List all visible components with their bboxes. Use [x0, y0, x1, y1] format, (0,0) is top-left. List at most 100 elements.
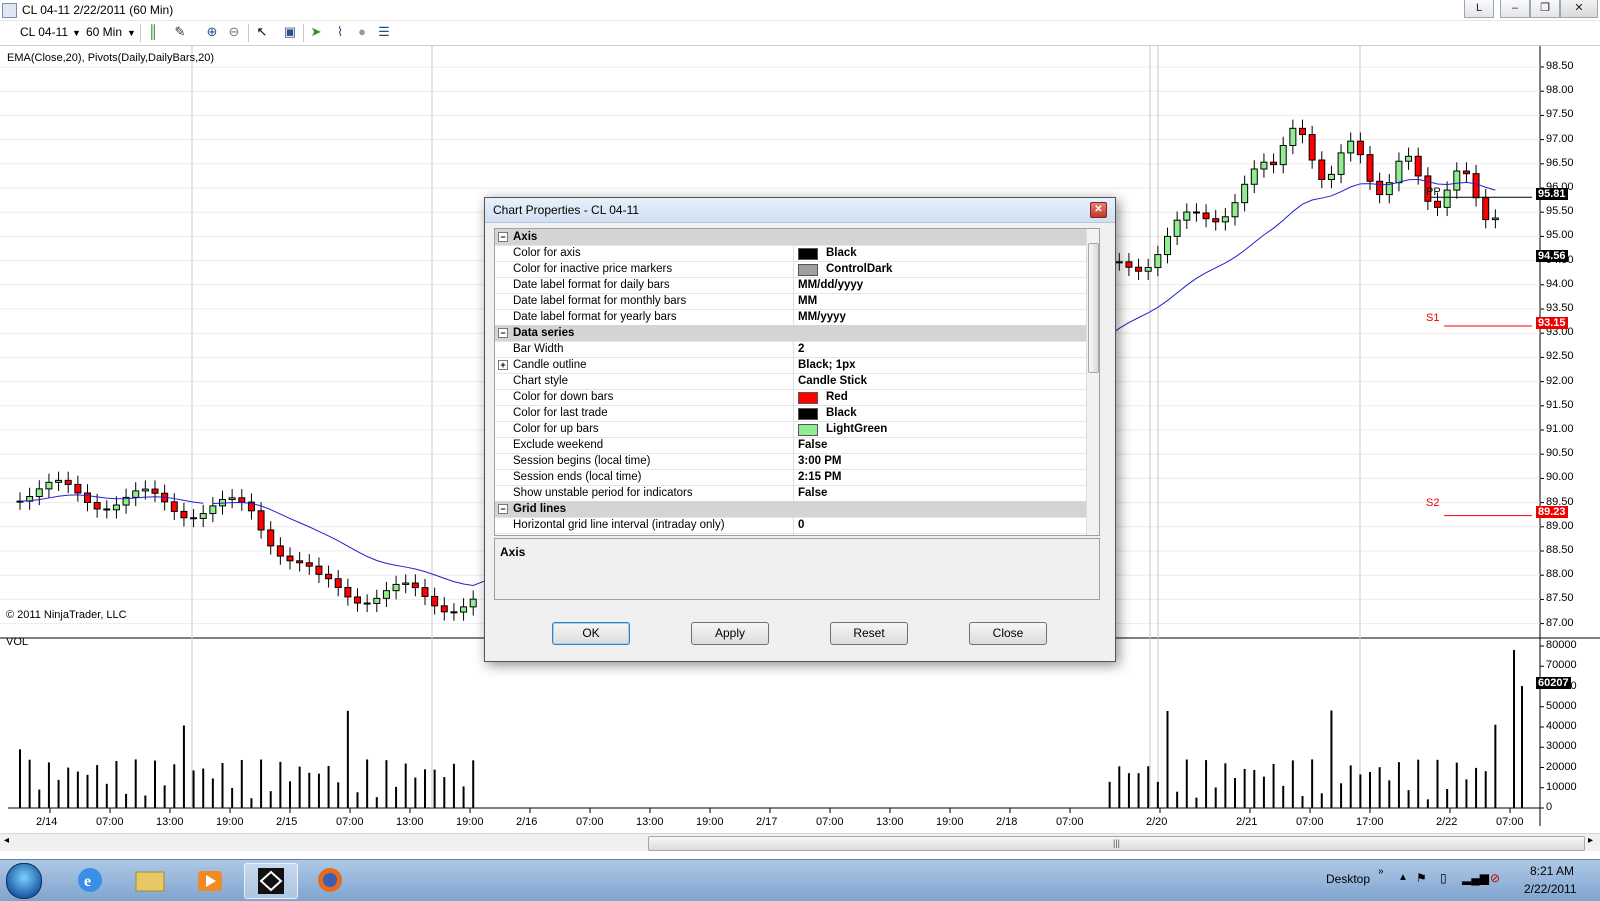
- chevron-down-icon[interactable]: ▼: [72, 28, 81, 38]
- chart-horizontal-scrollbar[interactable]: ◂ ||| ▸: [0, 833, 1600, 851]
- window-close-button[interactable]: ✕: [1560, 0, 1598, 18]
- apply-button[interactable]: Apply: [691, 622, 769, 645]
- property-row[interactable]: Color for last trade Black: [495, 405, 1086, 422]
- property-value[interactable]: MM/yyyy: [798, 311, 846, 323]
- property-row[interactable]: Session begins (local time) 3:00 PM: [495, 453, 1086, 470]
- property-grid-scroll-thumb[interactable]: [1088, 243, 1099, 373]
- ok-button[interactable]: OK: [552, 622, 630, 645]
- property-value[interactable]: Black; 1px: [798, 359, 856, 371]
- property-value[interactable]: Black: [826, 247, 857, 259]
- scroll-right-icon[interactable]: ▸: [1588, 835, 1593, 846]
- scrollbar-thumb[interactable]: |||: [648, 836, 1585, 851]
- internet-explorer-icon[interactable]: e: [64, 863, 116, 897]
- property-row[interactable]: Session ends (local time) 2:15 PM: [495, 469, 1086, 486]
- zoom-in-icon[interactable]: ⊕: [204, 24, 220, 40]
- volume-axis-label: 50000: [1546, 699, 1577, 712]
- color-swatch[interactable]: [798, 264, 818, 276]
- collapse-icon[interactable]: −: [498, 504, 508, 514]
- snapshot-icon[interactable]: ▣: [282, 24, 298, 40]
- property-value[interactable]: False: [798, 487, 827, 499]
- candle-body: [141, 488, 149, 492]
- ninjatrader-icon[interactable]: [244, 863, 298, 899]
- start-button[interactable]: [6, 863, 42, 899]
- property-row[interactable]: Horizontal grid line interval (intraday …: [495, 517, 1086, 534]
- desktop-toolbar-label[interactable]: Desktop: [1326, 872, 1370, 886]
- property-value[interactable]: ControlLight; 1px: [826, 535, 922, 536]
- reset-button[interactable]: Reset: [830, 622, 908, 645]
- properties-icon[interactable]: ☰: [376, 24, 392, 40]
- color-swatch[interactable]: [798, 424, 818, 436]
- property-value[interactable]: Red: [826, 391, 848, 403]
- link-button[interactable]: L: [1464, 0, 1494, 18]
- property-row[interactable]: + Candle outline Black; 1px: [495, 357, 1086, 374]
- chevron-down-icon[interactable]: ▼: [127, 28, 136, 38]
- bar-type-icon[interactable]: ║: [145, 24, 161, 40]
- property-value[interactable]: False: [798, 439, 827, 451]
- volume-muted-icon[interactable]: ⊘: [1490, 871, 1500, 885]
- property-row[interactable]: Show unstable period for indicators False: [495, 485, 1086, 502]
- property-category[interactable]: − Grid lines: [495, 501, 1086, 518]
- interval-selector[interactable]: 60 Min: [86, 25, 122, 39]
- flag-icon[interactable]: ⚑: [1416, 871, 1427, 885]
- property-row[interactable]: Color for down bars Red: [495, 389, 1086, 406]
- file-explorer-icon[interactable]: [124, 863, 176, 897]
- property-grid-scrollbar[interactable]: [1086, 229, 1099, 535]
- close-button[interactable]: Close: [969, 622, 1047, 645]
- strategy-icon[interactable]: ➤: [308, 24, 324, 40]
- pencil-icon[interactable]: ✎: [172, 24, 188, 40]
- battery-icon[interactable]: ▯: [1440, 871, 1447, 885]
- zoom-out-icon[interactable]: ⊖: [226, 24, 242, 40]
- candle-body: [190, 517, 198, 520]
- property-category[interactable]: − Axis: [495, 229, 1086, 246]
- property-value[interactable]: ControlDark: [826, 263, 892, 275]
- collapse-icon[interactable]: −: [498, 232, 508, 242]
- property-value[interactable]: LightGreen: [826, 423, 887, 435]
- network-icon[interactable]: ▂▄▆: [1462, 871, 1489, 885]
- property-category[interactable]: − Data series: [495, 325, 1086, 342]
- property-row[interactable]: Chart style Candle Stick: [495, 373, 1086, 390]
- clock-date[interactable]: 2/22/2011: [1524, 882, 1577, 896]
- property-row[interactable]: Exclude weekend False: [495, 437, 1086, 454]
- expand-icon[interactable]: +: [498, 360, 508, 370]
- clock-time[interactable]: 8:21 AM: [1530, 864, 1574, 878]
- firefox-icon[interactable]: [304, 863, 356, 897]
- maximize-button[interactable]: ❐: [1530, 0, 1560, 18]
- property-row[interactable]: +Horizontal grid linesControlLight; 1px: [495, 533, 1086, 536]
- property-value[interactable]: 2:15 PM: [798, 471, 841, 483]
- property-value[interactable]: 0: [798, 519, 804, 531]
- property-value[interactable]: 3:00 PM: [798, 455, 841, 467]
- color-swatch[interactable]: [798, 408, 818, 420]
- dialog-close-icon[interactable]: ✕: [1090, 202, 1107, 218]
- property-grid[interactable]: − Axis Color for axis Black Color for inacti…: [494, 228, 1100, 536]
- property-value[interactable]: MM: [798, 295, 817, 307]
- color-swatch[interactable]: [798, 248, 818, 260]
- indicator-icon[interactable]: ⌇: [332, 24, 348, 40]
- tray-arrow-icon[interactable]: ▲: [1398, 872, 1408, 883]
- property-value[interactable]: MM/dd/yyyy: [798, 279, 863, 291]
- collapse-icon[interactable]: −: [498, 328, 508, 338]
- property-row[interactable]: Date label format for yearly bars MM/yyyy: [495, 309, 1086, 326]
- property-value[interactable]: 2: [798, 343, 804, 355]
- property-value[interactable]: Black: [826, 407, 857, 419]
- color-swatch[interactable]: [798, 392, 818, 404]
- property-value[interactable]: Candle Stick: [798, 375, 867, 387]
- scroll-left-icon[interactable]: ◂: [4, 835, 9, 846]
- minimize-button[interactable]: –: [1500, 0, 1530, 18]
- property-row[interactable]: Color for axis Black: [495, 245, 1086, 262]
- property-row[interactable]: Color for inactive price markers ControlD…: [495, 261, 1086, 278]
- property-row[interactable]: Date label format for daily bars MM/dd/yy…: [495, 277, 1086, 294]
- property-name: Date label format for monthly bars: [513, 295, 687, 307]
- property-name: Session ends (local time): [513, 471, 642, 483]
- disabled-circle-icon[interactable]: ●: [354, 24, 370, 40]
- property-row[interactable]: Date label format for monthly bars MM: [495, 293, 1086, 310]
- cursor-icon[interactable]: ↖: [254, 24, 270, 40]
- media-player-icon[interactable]: [184, 863, 236, 897]
- instrument-selector[interactable]: CL 04-11: [20, 25, 68, 39]
- property-row[interactable]: Color for up bars LightGreen: [495, 421, 1086, 438]
- expand-icon[interactable]: »: [1378, 866, 1384, 877]
- price-axis-label: 93.50: [1546, 302, 1574, 314]
- property-row[interactable]: Bar Width 2: [495, 341, 1086, 358]
- candle-body: [1337, 152, 1345, 175]
- candle-body: [1462, 170, 1470, 175]
- volume-axis-label: 10000: [1546, 780, 1577, 793]
